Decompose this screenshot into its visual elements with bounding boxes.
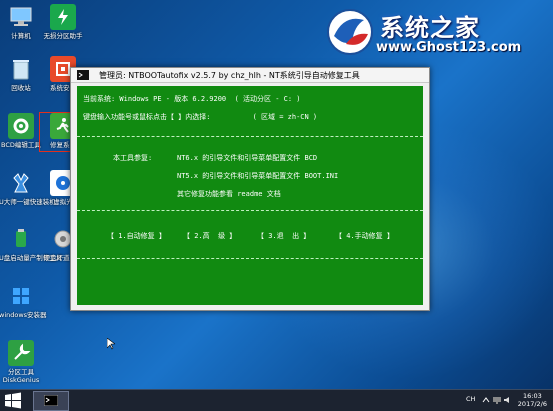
- network-icon[interactable]: [493, 396, 501, 404]
- menu-auto-repair[interactable]: 【 1.自动修复 】: [107, 231, 166, 241]
- taskbar-console-button[interactable]: [33, 391, 69, 411]
- console-area[interactable]: 当前系统: Windows PE - 版本 6.2.9200 ( 活动分区 - …: [77, 86, 423, 305]
- input-language-indicator[interactable]: CH: [466, 395, 475, 403]
- bcd-editor-icon: [8, 113, 34, 139]
- diskgenius-icon: [8, 340, 34, 366]
- computer-icon: [8, 4, 34, 30]
- input-prompt-line: 键盘输入功能号或鼠标点击【 】内选择: ( 区域 = zh-CN ): [83, 113, 318, 121]
- console-taskbar-icon: [44, 395, 58, 406]
- system-clock[interactable]: 16:03 2017/2/6: [518, 392, 547, 408]
- desktop-icon-recycle-bin[interactable]: 回收站: [0, 56, 43, 92]
- separator-middle: [77, 210, 423, 211]
- menu-manual-repair[interactable]: 【 4.手动修复 】: [335, 231, 394, 241]
- logo-emblem-icon: [327, 9, 373, 55]
- u-disk-tool-icon: [8, 226, 34, 252]
- console-app-icon: [77, 70, 89, 80]
- one-key-install-icon: [8, 170, 34, 196]
- windows-install-icon: [8, 283, 34, 309]
- separator-top: [77, 136, 423, 137]
- partition-helper-icon: [50, 4, 76, 30]
- site-logo: 系统之家 www.Ghost123.com: [324, 4, 551, 60]
- separator-bottom: [77, 258, 423, 259]
- desktop-icon-u-disk-tool[interactable]: U盘启动量产制作工具: [0, 226, 62, 262]
- start-button-windows-icon[interactable]: [4, 392, 22, 409]
- mouse-cursor-icon: [107, 338, 115, 350]
- window-title: 管理员: NTBOOTautofix v2.5.7 by chz_hlh - N…: [99, 71, 360, 80]
- window-titlebar[interactable]: 管理员: NTBOOTautofix v2.5.7 by chz_hlh - N…: [71, 68, 429, 83]
- menu-exit[interactable]: 【 3.退 出 】: [257, 231, 310, 241]
- desktop-icon-bcd-editor[interactable]: BCD编辑工具: [0, 113, 43, 149]
- desktop-icon-one-key-install[interactable]: U大师一键快速装机: [0, 170, 56, 206]
- reference-nt6: NT6.x 的引导文件和引导菜单配置文件 BCD: [177, 154, 318, 162]
- tray-expand-icon[interactable]: [482, 396, 490, 404]
- volume-icon[interactable]: [503, 396, 511, 404]
- desktop-icon-diskgenius[interactable]: 分区工具DiskGenius: [0, 340, 43, 384]
- clock-time: 16:03: [523, 392, 542, 400]
- current-system-line: 当前系统: Windows PE - 版本 6.2.9200 ( 活动分区 - …: [83, 95, 301, 103]
- reference-nt5: NT5.x 的引导文件和引导菜单配置文件 BOOT.INI: [177, 172, 339, 180]
- clock-date: 2017/2/6: [517, 400, 547, 408]
- desktop-icon-computer[interactable]: 计算机: [0, 4, 43, 40]
- logo-text: 系统之家: [380, 13, 480, 42]
- desktop-icon-windows-install[interactable]: windows安装器: [0, 283, 47, 319]
- ntbootautofix-window[interactable]: 管理员: NTBOOTautofix v2.5.7 by chz_hlh - N…: [70, 67, 430, 311]
- taskbar: CH 16:03 2017/2/6: [0, 389, 553, 411]
- desktop-icon-partition-helper[interactable]: 无损分区助手: [41, 4, 85, 40]
- logo-url: www.Ghost123.com: [376, 40, 522, 55]
- recycle-bin-icon: [8, 56, 34, 82]
- menu-advanced[interactable]: 【 2.高 级 】: [183, 231, 236, 241]
- reference-other: 其它修复功能参看 readme 文档: [177, 190, 281, 198]
- reference-intro: 本工具参复:: [113, 154, 153, 162]
